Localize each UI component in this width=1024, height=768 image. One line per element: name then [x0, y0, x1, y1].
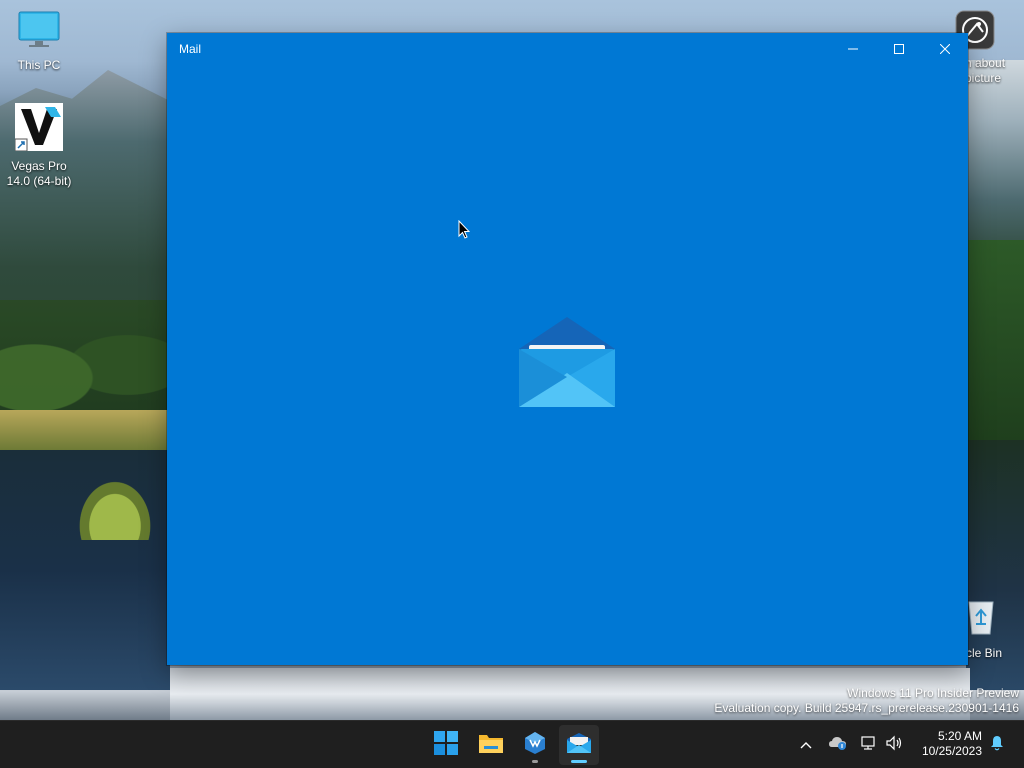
taskbar-start-button[interactable]	[426, 725, 466, 765]
taskbar-file-explorer-button[interactable]	[471, 725, 511, 765]
tray-notifications-button[interactable]	[986, 721, 1008, 768]
recycle-bin-icon	[966, 596, 1024, 640]
wallpaper-mountains-right	[966, 60, 1024, 260]
chevron-up-icon	[800, 736, 812, 754]
app-icon	[524, 731, 546, 760]
mail-envelope-icon	[517, 315, 617, 411]
watermark-line-2: Evaluation copy. Build 25947.rs_prerelea…	[714, 701, 1019, 715]
taskbar: 5:20 AM 10/25/2023	[0, 720, 1024, 768]
windows-start-icon	[434, 730, 458, 760]
wallpaper-trees-right	[966, 240, 1024, 440]
desktop-icon-vegas-pro[interactable]: Vegas Pro 14.0 (64-bit)	[2, 103, 76, 189]
desktop: This PC Vegas Pro 14.0 (64-bit) n about …	[0, 0, 1024, 768]
network-icon	[860, 735, 878, 756]
monitor-icon	[2, 10, 76, 54]
tray-volume-button[interactable]	[884, 721, 906, 768]
folder-icon	[478, 732, 504, 759]
clock-date: 10/25/2023	[921, 744, 982, 758]
maximize-icon	[894, 44, 904, 54]
volume-icon	[886, 735, 904, 756]
mail-window[interactable]: Mail	[167, 33, 968, 665]
evaluation-watermark: Windows 11 Pro Insider Preview Evaluatio…	[714, 686, 1019, 716]
clock-time: 5:20 AM	[937, 729, 982, 743]
taskbar-clock[interactable]: 5:20 AM 10/25/2023	[912, 729, 982, 759]
mouse-cursor-icon	[458, 219, 471, 244]
taskbar-mail-button[interactable]	[559, 725, 599, 765]
taskbar-app-button[interactable]	[515, 725, 555, 765]
desktop-icon-this-pc[interactable]: This PC	[2, 10, 76, 73]
close-button[interactable]	[922, 33, 968, 65]
onedrive-icon	[828, 735, 848, 756]
tray-overflow-button[interactable]	[795, 721, 817, 768]
window-titlebar[interactable]: Mail	[167, 33, 968, 65]
vegas-pro-icon	[2, 103, 76, 155]
tray-network-button[interactable]	[858, 721, 880, 768]
window-title: Mail	[179, 42, 202, 56]
minimize-button[interactable]	[830, 33, 876, 65]
active-indicator	[571, 760, 587, 763]
desktop-icon-label: Vegas Pro 14.0 (64-bit)	[6, 159, 72, 188]
wallpaper-grass-tuft	[70, 470, 160, 540]
mail-icon	[566, 732, 592, 759]
close-icon	[940, 44, 950, 54]
maximize-button[interactable]	[876, 33, 922, 65]
notification-bell-icon	[990, 735, 1004, 756]
wallpaper-grass	[0, 410, 170, 450]
desktop-icon-label: This PC	[17, 58, 61, 72]
running-indicator	[532, 760, 538, 763]
tray-onedrive-button[interactable]	[826, 721, 850, 768]
minimize-icon	[848, 44, 858, 54]
watermark-line-1: Windows 11 Pro Insider Preview	[847, 686, 1019, 700]
